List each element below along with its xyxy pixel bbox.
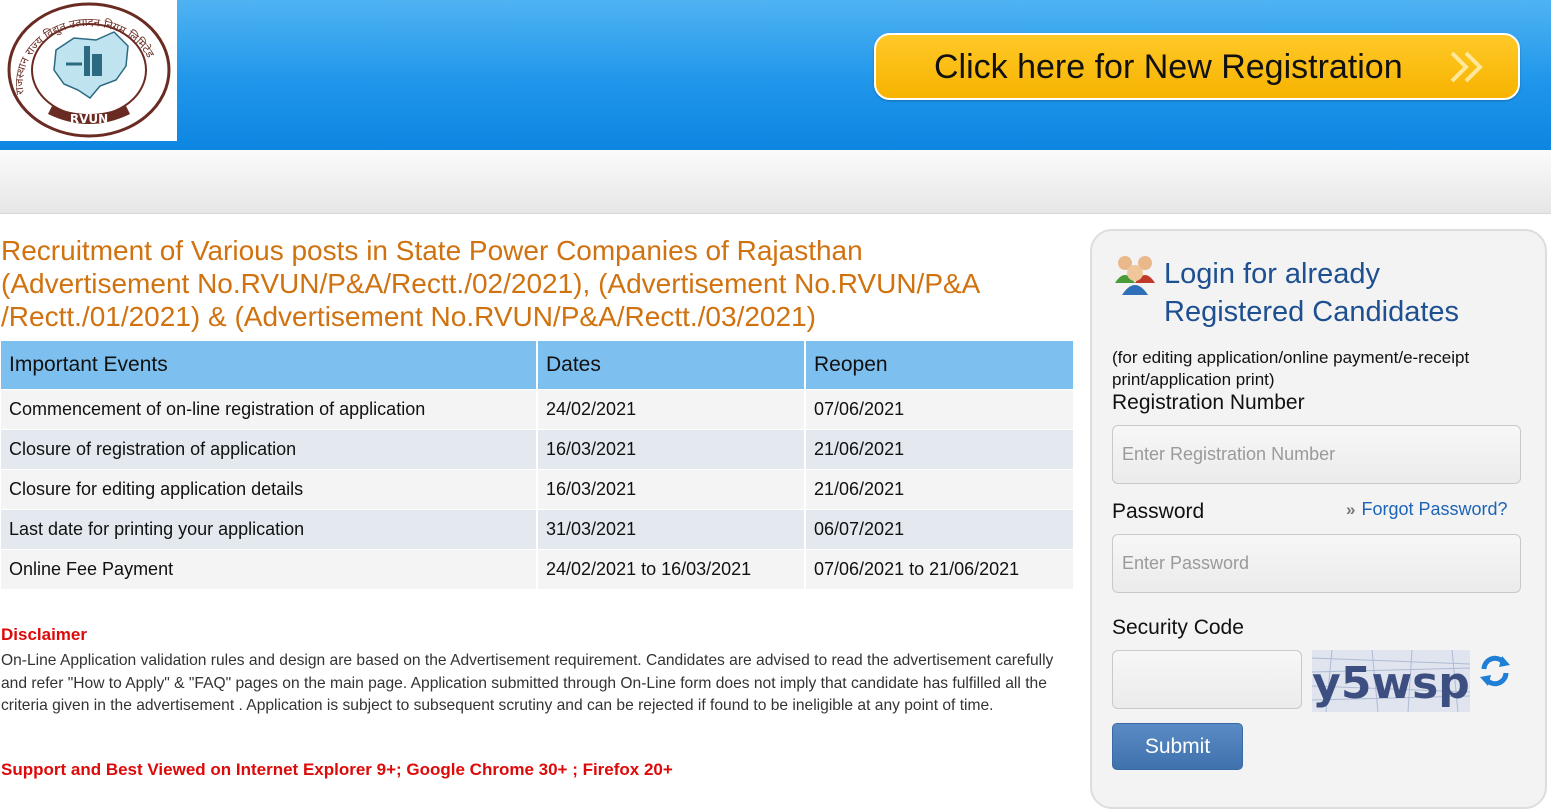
double-chevron-right-icon bbox=[1450, 51, 1483, 83]
important-events-table: Important Events Dates Reopen Commenceme… bbox=[1, 341, 1073, 589]
date-cell: 16/03/2021 bbox=[537, 429, 806, 470]
chevron-right-icon: » bbox=[1346, 500, 1356, 519]
table-header-row: Important Events Dates Reopen bbox=[1, 341, 1073, 390]
disclaimer-text: On-Line Application validation rules and… bbox=[1, 652, 1054, 714]
forgot-password-label: Forgot Password? bbox=[1361, 499, 1508, 519]
event-cell: Online Fee Payment bbox=[1, 549, 538, 589]
registration-number-input[interactable] bbox=[1112, 425, 1521, 484]
disclaimer-heading: Disclaimer bbox=[1, 625, 87, 644]
date-cell: 24/02/2021 bbox=[537, 389, 806, 430]
navigation-bar bbox=[0, 150, 1551, 214]
logo-abbr: RVUN bbox=[70, 112, 108, 126]
event-cell: Closure of registration of application bbox=[1, 429, 538, 470]
page-title: Recruitment of Various posts in State Po… bbox=[1, 235, 979, 332]
reopen-cell: 07/06/2021 to 21/06/2021 bbox=[805, 549, 1073, 589]
column-header-events: Important Events bbox=[1, 341, 538, 390]
forgot-password-link[interactable]: » Forgot Password? bbox=[1346, 499, 1508, 520]
date-cell: 31/03/2021 bbox=[537, 509, 806, 550]
security-code-label: Security Code bbox=[1112, 616, 1244, 639]
submit-button[interactable]: Submit bbox=[1112, 723, 1243, 770]
table-row: Last date for printing your application … bbox=[1, 509, 1073, 550]
table-row: Closure for editing application details … bbox=[1, 469, 1073, 510]
reopen-cell: 21/06/2021 bbox=[805, 429, 1073, 470]
login-title: Login for already Registered Candidates bbox=[1164, 258, 1460, 328]
event-cell: Last date for printing your application bbox=[1, 509, 538, 550]
date-cell: 24/02/2021 to 16/03/2021 bbox=[537, 549, 806, 589]
table-row: Online Fee Payment 24/02/2021 to 16/03/2… bbox=[1, 549, 1073, 589]
new-registration-label: Click here for New Registration bbox=[934, 48, 1403, 86]
column-header-reopen: Reopen bbox=[805, 341, 1073, 390]
column-header-dates: Dates bbox=[537, 341, 806, 390]
event-cell: Closure for editing application details bbox=[1, 469, 538, 510]
password-label: Password bbox=[1112, 500, 1205, 523]
refresh-icon[interactable] bbox=[1478, 654, 1512, 688]
password-input[interactable] bbox=[1112, 534, 1521, 593]
reopen-cell: 07/06/2021 bbox=[805, 389, 1073, 430]
logo-emblem: राजस्थान राज्य विद्युत उत्पादन निगम लिमि… bbox=[7, 2, 171, 138]
date-cell: 16/03/2021 bbox=[537, 469, 806, 510]
table-row: Closure of registration of application 1… bbox=[1, 429, 1073, 470]
reopen-cell: 06/07/2021 bbox=[805, 509, 1073, 550]
browser-support-note: Support and Best Viewed on Internet Expl… bbox=[1, 760, 673, 779]
users-icon bbox=[1115, 256, 1155, 295]
captcha-text: y5wsp bbox=[1312, 658, 1470, 709]
reopen-cell: 21/06/2021 bbox=[805, 469, 1073, 510]
registration-number-label: Registration Number bbox=[1112, 391, 1305, 414]
header-banner: राजस्थान राज्य विद्युत उत्पादन निगम लिमि… bbox=[0, 0, 1551, 150]
event-cell: Commencement of on-line registration of … bbox=[1, 389, 538, 430]
table-row: Commencement of on-line registration of … bbox=[1, 389, 1073, 430]
captcha-image: y5wsp bbox=[1312, 650, 1470, 712]
login-note: (for editing application/online payment/… bbox=[1112, 348, 1470, 389]
new-registration-button[interactable]: Click here for New Registration bbox=[874, 33, 1520, 100]
rvun-logo: राजस्थान राज्य विद्युत उत्पादन निगम लिमि… bbox=[0, 0, 177, 141]
security-code-input[interactable] bbox=[1112, 650, 1302, 709]
